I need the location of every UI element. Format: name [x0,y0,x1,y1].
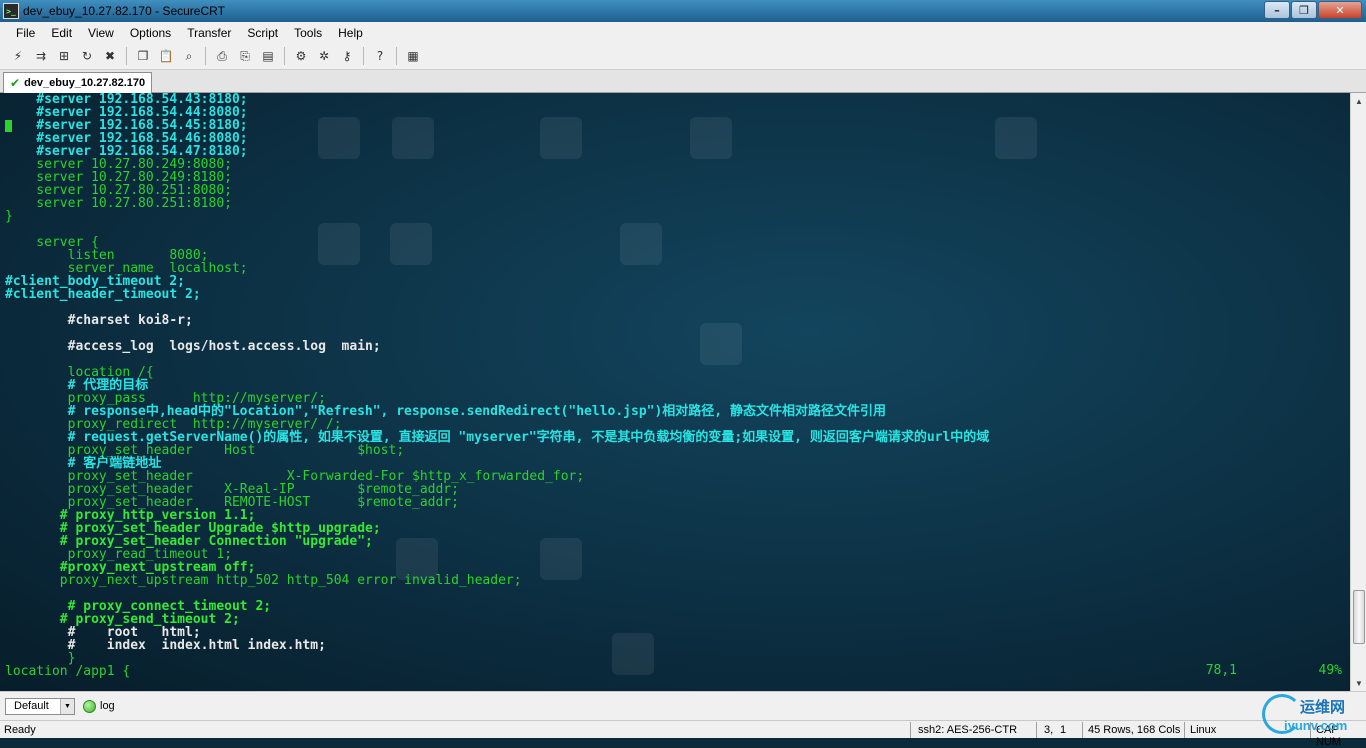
status-bar: Ready ssh2: AES-256-CTR 3, 1 45 Rows, 16… [0,720,1366,748]
menu-file[interactable]: File [8,26,43,40]
minimize-button[interactable]: – [1264,1,1290,19]
title-bar: >_ dev_ebuy_10.27.82.170 - SecureCRT – ❐… [0,0,1366,22]
quick-connect-icon[interactable]: ⇉ [31,46,51,66]
menu-tools[interactable]: Tools [286,26,330,40]
terminal-line: proxy_next_upstream http_502 http_504 er… [5,573,522,588]
menu-script[interactable]: Script [239,26,286,40]
window-title: dev_ebuy_10.27.82.170 - SecureCRT [23,4,225,18]
status-size: 45 Rows, 168 Cols [1088,724,1181,736]
cursor-position: 78,1 [1205,663,1237,678]
toolbar: ⚡ ⇉ ⊞ ↻ ✖ ❐ 📋 ⌕ ⎙ ⎘ ▤ ⚙ ✲ ⚷ ? ▦ [0,43,1366,70]
securecrt-app-icon[interactable]: >_ [3,3,19,19]
status-os: Linux [1190,724,1217,736]
scroll-percent: 49% [1318,663,1342,678]
maximize-button[interactable]: ❐ [1291,1,1317,19]
terminal-line: location /app1 { [5,664,131,679]
terminal-text: #server 192.168.54.43:8180; #server 192.… [5,93,989,678]
log-button[interactable]: log [83,699,115,713]
toolbar-separator [396,47,397,65]
tab-session[interactable]: ✔ dev_ebuy_10.27.82.170 [3,72,153,93]
status-divider [1036,722,1037,738]
copy-icon[interactable]: ❐ [133,46,153,66]
iyunv-watermark-logo: 运维网 iyunv.com [1262,690,1366,738]
print-selection-icon[interactable]: ⎘ [235,46,255,66]
status-divider [1184,722,1185,738]
terminal-line: # index index.html index.htm; [5,638,326,653]
status-ready: Ready [4,724,36,736]
securecrt-window: >_ dev_ebuy_10.27.82.170 - SecureCRT – ❐… [0,0,1366,748]
terminal-line: location /{ [5,365,154,380]
menu-options[interactable]: Options [122,26,179,40]
status-cursor-row: 3, [1044,724,1054,736]
close-button[interactable]: ✕ [1318,1,1362,19]
toolbar-separator [205,47,206,65]
terminal-line: server 10.27.80.251:8180; [5,196,232,211]
paste-icon[interactable]: 📋 [156,46,176,66]
toolbar-separator [284,47,285,65]
watermark-cn: 运维网 [1300,699,1346,716]
session-combo-value: Default [14,700,49,712]
menu-edit[interactable]: Edit [43,26,80,40]
scrollbar-thumb[interactable] [1353,590,1365,644]
print-setup-icon[interactable]: ▤ [258,46,278,66]
disconnect-icon[interactable]: ✖ [100,46,120,66]
status-divider [1082,722,1083,738]
log-status-icon [83,699,96,713]
session-combo[interactable]: Default ▼ [5,697,75,715]
terminal-line: #client_header_timeout 2; [5,287,201,302]
terminal-line: } [5,651,76,666]
connect-tab-icon[interactable]: ⊞ [54,46,74,66]
keymap-icon[interactable]: ⚷ [337,46,357,66]
status-divider [910,722,911,738]
menu-bar: File Edit View Options Transfer Script T… [0,22,1366,43]
menu-transfer[interactable]: Transfer [179,26,239,40]
find-icon[interactable]: ⌕ [179,46,199,66]
toolbar-separator [126,47,127,65]
help-icon[interactable]: ? [370,46,390,66]
command-bar: Default ▼ log [0,691,1366,720]
reconnect-icon[interactable]: ↻ [77,46,97,66]
check-icon: ✔ [10,76,21,90]
terminal-view[interactable]: #server 192.168.54.43:8180; #server 192.… [0,93,1350,691]
watermark-en: iyunv.com [1284,718,1348,733]
tab-bar: ✔ dev_ebuy_10.27.82.170 [0,70,1366,93]
chevron-down-icon[interactable]: ▼ [60,698,74,714]
desktop-icon [995,117,1037,159]
scroll-up-icon[interactable]: ▲ [1351,93,1366,109]
menu-view[interactable]: View [80,26,122,40]
sftp-icon[interactable]: ▦ [403,46,423,66]
terminal-line: } [5,209,13,224]
status-cursor-col: 1 [1060,724,1067,736]
tab-label: dev_ebuy_10.27.82.170 [24,77,146,89]
print-icon[interactable]: ⎙ [212,46,232,66]
window-controls: – ❐ ✕ [1264,1,1362,19]
global-options-icon[interactable]: ✲ [314,46,334,66]
menu-help[interactable]: Help [330,26,371,40]
log-label: log [100,700,115,712]
scroll-down-icon[interactable]: ▼ [1351,675,1366,691]
terminal-line: #access_log logs/host.access.log main; [5,339,381,354]
status-cipher: ssh2: AES-256-CTR [918,724,1018,736]
connect-icon[interactable]: ⚡ [8,46,28,66]
toolbar-separator [363,47,364,65]
vertical-scrollbar[interactable]: ▲ ▼ [1350,93,1366,691]
terminal-line: #charset koi8-r; [5,313,193,328]
session-options-icon[interactable]: ⚙ [291,46,311,66]
